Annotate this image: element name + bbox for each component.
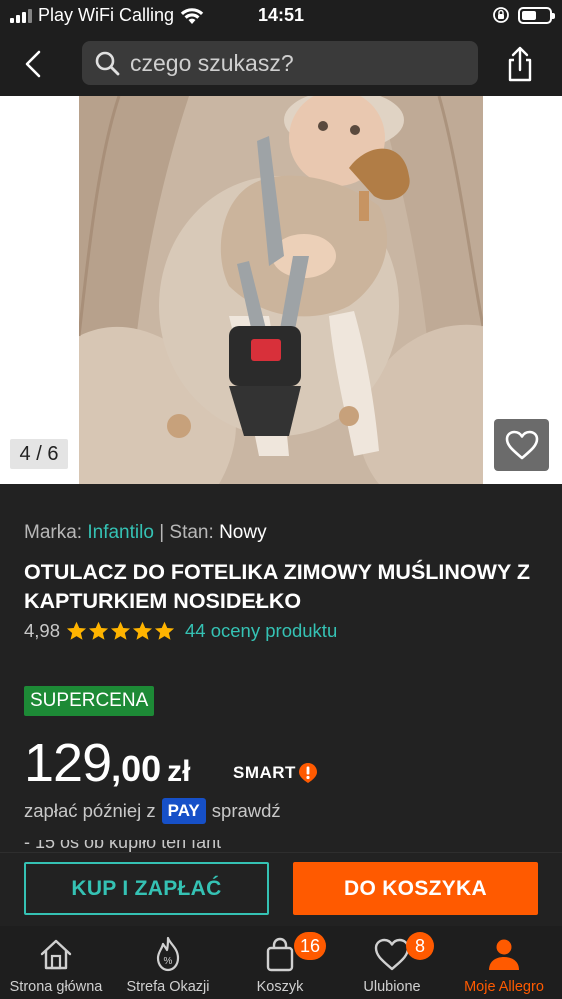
user-icon <box>489 939 519 970</box>
orientation-lock-icon <box>493 7 509 23</box>
product-photo[interactable] <box>79 96 483 484</box>
svg-text:%: % <box>164 956 173 967</box>
supercena-badge: SUPERCENA <box>24 686 155 716</box>
deals-flame-icon: % <box>156 936 180 972</box>
status-time: 14:51 <box>257 5 305 25</box>
brand-line: Marka: Infantilo | Stan: Nowy <box>24 522 267 544</box>
rating-count-link[interactable]: 44 oceny produktu <box>185 620 337 642</box>
tab-favorites-label: Ulubione <box>363 979 421 995</box>
top-nav <box>0 32 562 96</box>
price-decimal: ,00 <box>111 748 162 789</box>
rating-value: 4,98 <box>24 620 61 641</box>
condition-label: Stan: <box>169 522 214 543</box>
status-right <box>492 6 555 24</box>
rating-stars <box>66 621 175 641</box>
pay-later-row: zapłać później z PAY sprawdź <box>24 798 281 824</box>
product-gallery[interactable]: 4 / 6 <box>0 96 562 484</box>
rating-row[interactable]: 4,98 44 oceny produktu <box>24 620 337 642</box>
brand-link[interactable]: Infantilo <box>87 522 154 543</box>
tab-cart[interactable]: 16 Koszyk <box>224 926 336 999</box>
status-bar: Play WiFi Calling 14:51 <box>0 0 562 32</box>
product-details: Marka: Infantilo | Stan: Nowy OTULACZ DO… <box>0 484 562 852</box>
tab-cart-label: Koszyk <box>256 979 304 995</box>
smart-badge[interactable]: SMART <box>233 762 318 784</box>
product-title: OTULACZ DO FOTELIKA ZIMOWY MUŚLINOWY Z K… <box>24 560 531 613</box>
home-icon <box>40 939 72 970</box>
brand-label: Marka: <box>24 522 83 543</box>
star-icon <box>88 621 109 640</box>
tab-deals[interactable]: % Strefa Okazji <box>112 926 224 999</box>
bottom-tab-bar: Strona główna % Strefa Okazji 16 Koszyk … <box>0 926 562 999</box>
chevron-left-icon <box>25 50 41 78</box>
price: 129,00 zł <box>24 732 191 794</box>
heart-icon <box>505 430 538 460</box>
tab-deals-label: Strefa Okazji <box>126 979 210 995</box>
favorites-count-badge: 8 <box>406 932 434 960</box>
tab-my-allegro[interactable]: Moje Allegro <box>448 926 560 999</box>
favorite-button[interactable] <box>494 419 549 471</box>
smart-label: SMART <box>233 763 296 782</box>
pay-badge: PAY <box>161 798 206 824</box>
truncated-info-line: - 15 os ób kupiło ten fant <box>24 840 284 852</box>
tab-home[interactable]: Strona główna <box>0 926 112 999</box>
cta-bar: KUP I ZAPŁAĆ DO KOSZYKA <box>0 852 562 926</box>
buy-now-button[interactable]: KUP I ZAPŁAĆ <box>24 862 269 915</box>
pay-later-link[interactable]: sprawdź <box>212 800 281 822</box>
back-button[interactable] <box>16 46 52 82</box>
share-icon <box>508 46 532 82</box>
share-button[interactable] <box>500 44 540 84</box>
cart-count-badge: 16 <box>294 932 327 960</box>
brand-separator: | <box>159 522 165 543</box>
search-box[interactable] <box>82 41 478 85</box>
search-input[interactable] <box>130 49 450 77</box>
truncated-info-text: - 15 os ób kupiło ten fant <box>24 840 222 852</box>
add-to-cart-button[interactable]: DO KOSZYKA <box>293 862 538 915</box>
search-icon <box>95 51 120 76</box>
star-icon <box>154 621 175 640</box>
condition-value: Nowy <box>219 522 267 543</box>
star-icon <box>66 621 87 640</box>
battery-icon <box>518 6 555 24</box>
price-integer: 129 <box>24 733 112 793</box>
tab-favorites[interactable]: 8 Ulubione <box>336 926 448 999</box>
star-icon <box>110 621 131 640</box>
pay-later-text: zapłać później z <box>24 800 156 821</box>
star-icon <box>132 621 153 640</box>
price-currency: zł <box>167 755 191 788</box>
tab-my-allegro-label: Moje Allegro <box>464 979 544 995</box>
image-counter: 4 / 6 <box>10 439 68 469</box>
tab-home-label: Strona główna <box>9 979 103 995</box>
smart-info-icon <box>298 763 317 783</box>
